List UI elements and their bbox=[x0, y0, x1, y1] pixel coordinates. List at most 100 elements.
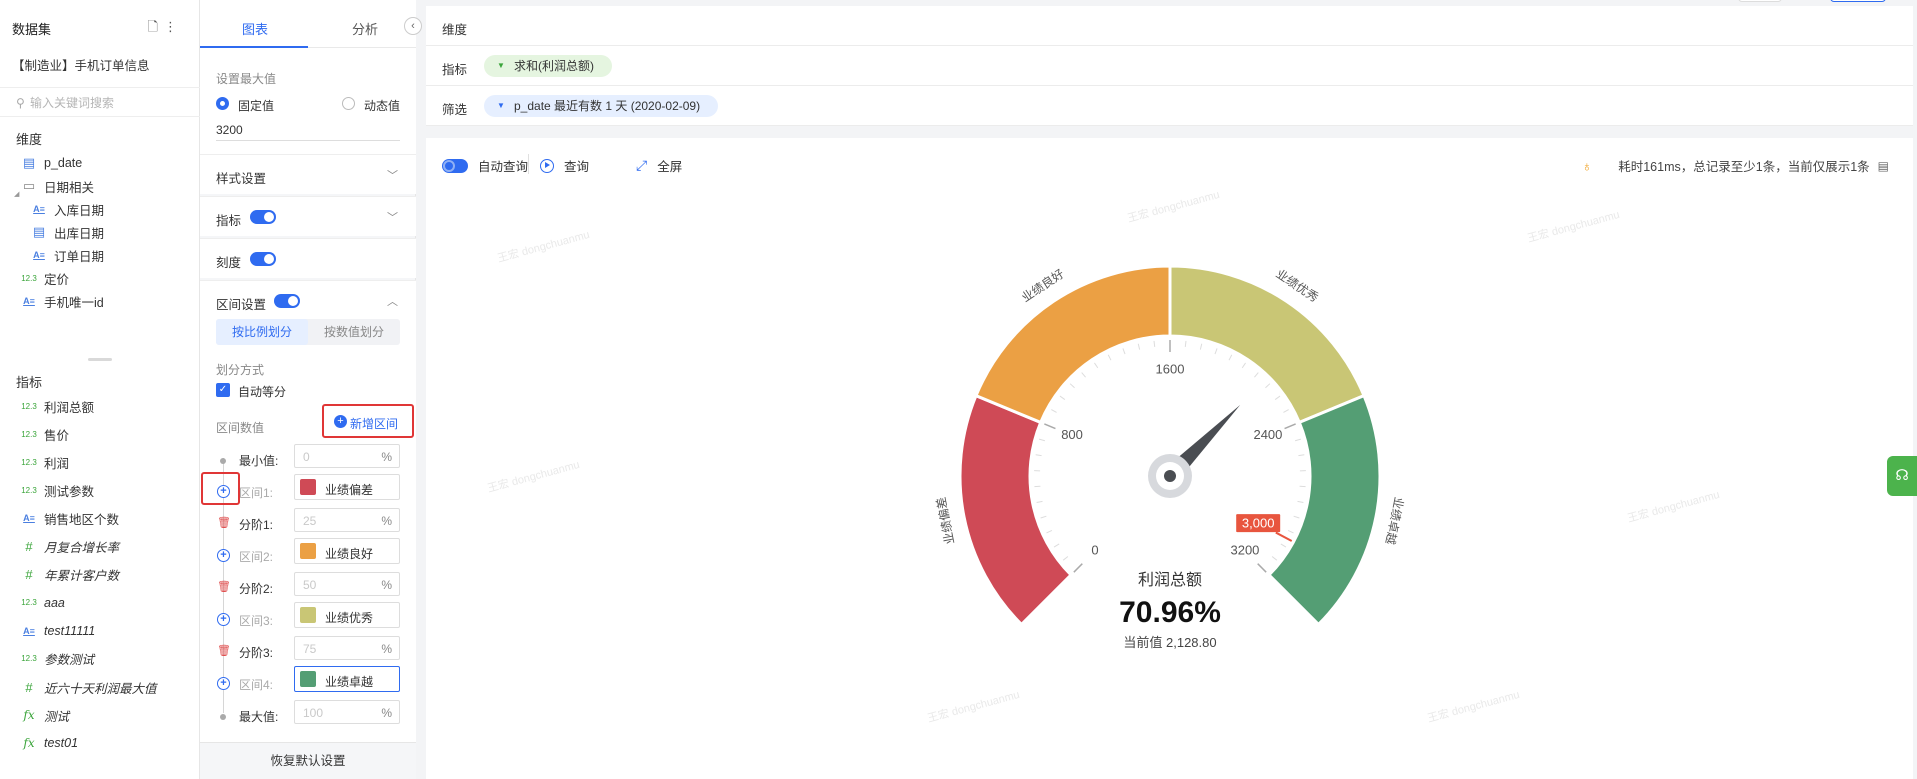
range-percent-input[interactable]: 75% bbox=[294, 636, 400, 660]
tab-analysis[interactable]: 分析 bbox=[352, 19, 378, 38]
gauge-metric-name: 利润总额 bbox=[1138, 571, 1202, 589]
measure-field-item[interactable]: # 年累计客户数 bbox=[20, 565, 119, 585]
range-percent-input: 0% bbox=[294, 444, 400, 468]
measure-field-item[interactable]: 12.3 售价 bbox=[20, 424, 69, 444]
measure-field-item[interactable]: 12.3 参数测试 bbox=[20, 649, 94, 669]
insert-range-plus-icon[interactable]: + bbox=[217, 677, 230, 690]
dimension-field-item[interactable]: ▤ 出库日期 bbox=[30, 222, 104, 242]
dimension-field-item[interactable]: ▤ p_date bbox=[20, 153, 82, 173]
range-name-input[interactable]: 业绩优秀 bbox=[294, 602, 400, 628]
delete-step-trash-icon[interactable]: 🗑 bbox=[217, 517, 231, 530]
percent-unit: % bbox=[381, 514, 392, 528]
gauge-minor-tick bbox=[1228, 354, 1233, 361]
measure-field-item[interactable]: 12.3 利润 bbox=[20, 452, 69, 472]
chevron-down-icon: ﹀ bbox=[387, 170, 398, 182]
customer-support-button[interactable]: ☊ bbox=[1887, 456, 1917, 496]
dimension-field-item[interactable]: ▭ 日期相关 bbox=[20, 176, 94, 196]
field-search-input[interactable] bbox=[30, 94, 190, 112]
measure-field-item[interactable]: 12.3 测试参数 bbox=[20, 480, 94, 500]
scale-section[interactable]: 刻度 bbox=[200, 238, 416, 278]
measure-field-label: 年累计客户数 bbox=[44, 569, 120, 584]
measure-drop-bar[interactable]: 指标 ▼ 求和(利润总额) bbox=[426, 46, 1913, 86]
gauge-major-tick bbox=[1257, 563, 1267, 573]
range-name-input[interactable]: 业绩偏差 bbox=[294, 474, 400, 500]
filter-drop-bar[interactable]: 筛选 ▼ p_date 最近有数 1 天 (2020-02-09) bbox=[426, 86, 1913, 126]
delete-step-trash-icon[interactable]: 🗑 bbox=[217, 645, 231, 658]
gauge-major-tick bbox=[1073, 563, 1083, 573]
dropdown-triangle-icon: ▼ bbox=[497, 61, 505, 70]
measure-pill[interactable]: ▼ 求和(利润总额) bbox=[484, 55, 612, 77]
more-icon[interactable]: ⋮ bbox=[164, 19, 183, 34]
panel-resize-handle[interactable] bbox=[88, 358, 112, 361]
collapse-panel-button[interactable]: ‹ bbox=[404, 17, 422, 35]
range-row-label: 区间2: bbox=[239, 550, 274, 564]
split-by-value-option[interactable]: 按数值划分 bbox=[308, 319, 400, 345]
auto-equal-checkbox[interactable]: ✓ bbox=[216, 383, 230, 397]
top-primary-button-fragment[interactable] bbox=[1830, 0, 1886, 2]
dataset-name[interactable]: 【制造业】手机订单信息 bbox=[12, 55, 150, 74]
delete-step-trash-icon[interactable]: 🗑 bbox=[217, 581, 231, 594]
dynamic-value-radio[interactable] bbox=[342, 97, 355, 110]
range-color-swatch[interactable] bbox=[300, 543, 316, 559]
gauge-minor-tick bbox=[1153, 340, 1156, 347]
indicator-toggle[interactable] bbox=[250, 210, 276, 224]
gauge-minor-tick bbox=[1051, 409, 1057, 413]
reset-default-button[interactable]: 恢复默认设置 bbox=[200, 742, 416, 779]
string-field-icon: A≡ bbox=[23, 296, 35, 306]
style-settings-section[interactable]: 样式设置 ﹀ bbox=[200, 154, 416, 194]
range-percent-input[interactable]: 50% bbox=[294, 572, 400, 596]
measure-field-item[interactable]: A≡ test11111 bbox=[20, 621, 95, 641]
dataset-panel-title: 数据集 bbox=[12, 22, 52, 37]
chevron-up-icon[interactable]: ︿ bbox=[387, 293, 398, 309]
fixed-value-radio[interactable] bbox=[216, 97, 229, 110]
measure-field-item[interactable]: # 月复合增长率 bbox=[20, 537, 119, 557]
range-row-label: 区间3: bbox=[239, 614, 274, 628]
gauge-minor-tick bbox=[1053, 543, 1060, 548]
string-field-icon: A≡ bbox=[23, 513, 35, 524]
insert-range-plus-icon[interactable]: + bbox=[217, 613, 230, 626]
measure-field-item[interactable]: fx 测试 bbox=[20, 705, 69, 725]
scale-label: 刻度 bbox=[216, 256, 242, 270]
dimension-field-item[interactable]: A≡ 订单日期 bbox=[30, 245, 104, 265]
dimension-field-item[interactable]: 12.3 定价 bbox=[20, 268, 69, 288]
gauge-minor-tick bbox=[1294, 438, 1302, 442]
range-percent-value: 75 bbox=[303, 642, 317, 656]
measure-field-item[interactable]: fx test01 bbox=[20, 733, 78, 753]
string-field-icon: A≡ bbox=[23, 625, 35, 636]
range-name-input[interactable]: 业绩卓越 bbox=[294, 666, 400, 692]
filter-pill-label: p_date 最近有数 1 天 (2020-02-09) bbox=[514, 99, 701, 113]
range-settings-toggle[interactable] bbox=[274, 294, 300, 308]
range-percent-input[interactable]: 25% bbox=[294, 508, 400, 532]
range-name-input[interactable]: 业绩良好 bbox=[294, 538, 400, 564]
measure-field-item[interactable]: # 近六十天利润最大值 bbox=[20, 677, 156, 697]
range-row-label: 分阶2: bbox=[239, 582, 274, 596]
range-color-swatch[interactable] bbox=[300, 607, 316, 623]
top-button-fragment[interactable] bbox=[1738, 0, 1782, 2]
gauge-major-tick bbox=[1284, 423, 1296, 430]
folder-expand-icon[interactable]: ◢ bbox=[14, 190, 19, 198]
range-color-swatch[interactable] bbox=[300, 671, 316, 687]
filter-bar-label: 筛选 bbox=[442, 103, 468, 117]
measure-field-item[interactable]: 12.3 aaa bbox=[20, 593, 65, 613]
indicator-label: 指标 bbox=[216, 214, 242, 228]
dimension-field-item[interactable]: A≡ 手机唯一id bbox=[20, 291, 104, 311]
measure-field-item[interactable]: 12.3 利润总额 bbox=[20, 396, 94, 416]
fixed-value-label: 固定值 bbox=[238, 99, 275, 113]
dimension-field-item[interactable]: A≡ 入库日期 bbox=[30, 199, 104, 219]
insert-range-plus-icon[interactable]: + bbox=[217, 549, 230, 562]
add-range-button[interactable]: + 新增区间 bbox=[322, 404, 414, 438]
dimension-drop-bar[interactable]: 维度 bbox=[426, 6, 1913, 46]
filter-pill[interactable]: ▼ p_date 最近有数 1 天 (2020-02-09) bbox=[484, 95, 719, 117]
tab-chart[interactable]: 图表 bbox=[242, 19, 268, 38]
measure-field-item[interactable]: A≡ 销售地区个数 bbox=[20, 508, 119, 528]
fx-icon: fx bbox=[23, 736, 35, 751]
new-file-icon[interactable]: 🗋 bbox=[148, 19, 164, 34]
max-value-input[interactable] bbox=[216, 119, 400, 141]
range-color-swatch[interactable] bbox=[300, 479, 316, 495]
indicator-section[interactable]: 指标 ﹀ bbox=[200, 196, 416, 236]
range-row-label: 最大值: bbox=[239, 710, 279, 724]
gauge-minor-tick bbox=[1137, 343, 1141, 350]
range-percent-value: 100 bbox=[303, 706, 324, 720]
scale-toggle[interactable] bbox=[250, 252, 276, 266]
split-by-ratio-option[interactable]: 按比例划分 bbox=[216, 319, 308, 345]
